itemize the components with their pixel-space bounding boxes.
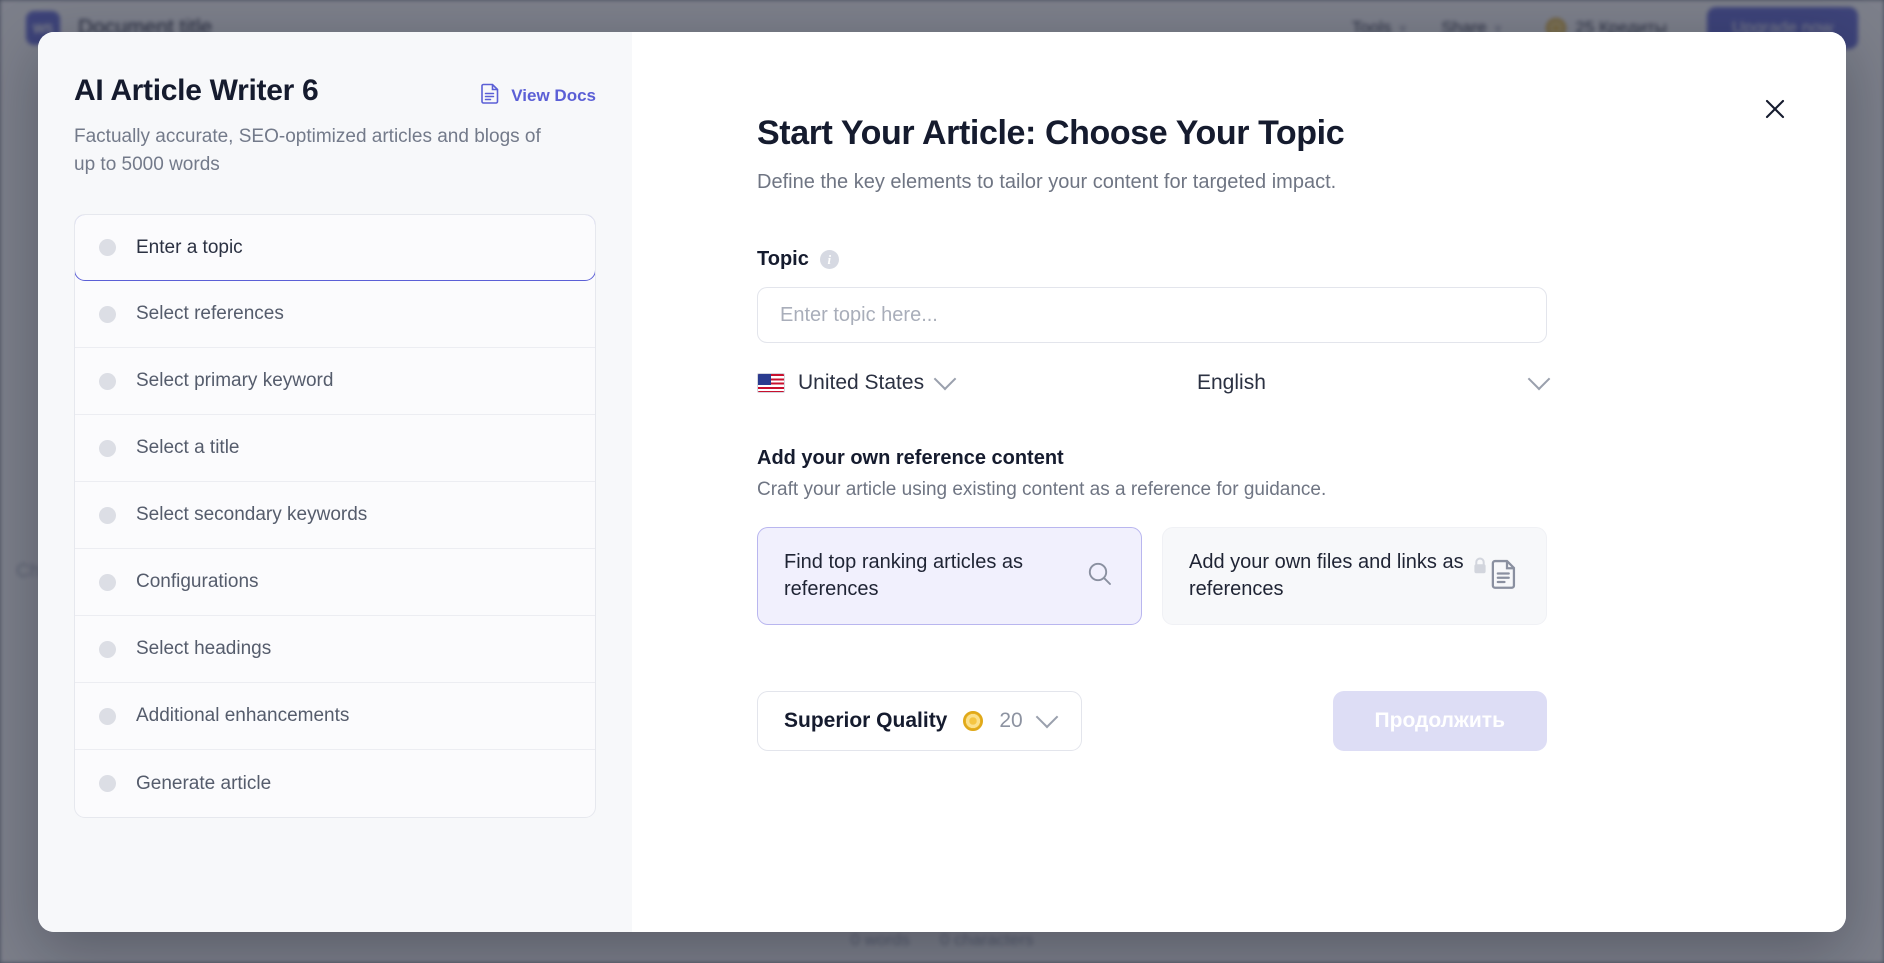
language-select[interactable]: English — [1197, 367, 1551, 395]
ai-article-writer-modal: AI Article Writer 6 View Docs Factually … — [38, 32, 1846, 932]
sidebar-item-label: Configurations — [136, 571, 259, 593]
sidebar-item-additional-enhancements[interactable]: Additional enhancements — [75, 683, 595, 751]
page-title: Start Your Article: Choose Your Topic — [757, 114, 1345, 152]
sidebar-item-label: Select a title — [136, 437, 240, 459]
step-status-dot — [99, 707, 116, 725]
step-status-dot — [99, 305, 116, 323]
quality-select-label: Superior Quality — [784, 709, 948, 732]
chevron-down-icon — [933, 367, 957, 391]
view-docs-label: View Docs — [511, 85, 596, 105]
view-docs-link[interactable]: View Docs — [480, 82, 596, 109]
steps-list: Enter a topic Select references Select p… — [74, 214, 596, 819]
step-status-dot — [99, 239, 116, 257]
sidebar-item-label: Select references — [136, 303, 284, 325]
lock-icon — [1472, 557, 1488, 580]
country-select-value: United States — [798, 371, 925, 394]
sidebar-item-label: Select secondary keywords — [136, 504, 368, 526]
reference-card-label: Add your own files and links as referenc… — [1189, 551, 1464, 600]
sidebar-item-select-headings[interactable]: Select headings — [75, 616, 595, 684]
close-icon[interactable] — [1758, 92, 1792, 126]
content-inner: Start Your Article: Choose Your Topic De… — [632, 114, 1672, 751]
reference-card-label: Find top ranking articles as references — [784, 551, 1024, 600]
modal-sidebar: AI Article Writer 6 View Docs Factually … — [38, 32, 632, 932]
reference-card-find-top-ranking[interactable]: Find top ranking articles as references — [757, 527, 1142, 625]
coin-icon — [963, 711, 984, 731]
reference-heading: Add your own reference content — [757, 447, 1064, 469]
language-select-value: English — [1197, 371, 1266, 394]
reference-card-icons — [1085, 559, 1115, 594]
sidebar-item-label: Select primary keyword — [136, 370, 334, 392]
continue-button[interactable]: Продолжить — [1332, 691, 1547, 751]
sidebar-item-generate-article[interactable]: Generate article — [75, 750, 595, 817]
country-select[interactable]: United States — [757, 367, 957, 395]
sidebar-item-label: Additional enhancements — [136, 705, 350, 727]
modal-title: AI Article Writer 6 — [74, 74, 319, 107]
reference-subtitle: Craft your article using existing conten… — [757, 479, 1327, 500]
topic-label-row: Topic i — [757, 248, 1547, 271]
modal-content: Start Your Article: Choose Your Topic De… — [632, 32, 1846, 932]
step-status-dot — [99, 506, 116, 524]
sidebar-item-configurations[interactable]: Configurations — [75, 549, 595, 617]
step-status-dot — [99, 372, 116, 390]
topic-label: Topic — [757, 248, 809, 270]
quality-select[interactable]: Superior Quality 20 — [757, 691, 1082, 751]
us-flag-icon — [757, 373, 785, 393]
step-status-dot — [99, 439, 116, 457]
locale-row: United States English — [757, 367, 1551, 395]
quality-credits-value: 20 — [999, 709, 1023, 732]
modal-subtitle: Factually accurate, SEO-optimized articl… — [74, 126, 541, 175]
topic-input[interactable] — [757, 287, 1547, 343]
page-subtitle: Define the key elements to tailor your c… — [757, 171, 1337, 193]
document-icon — [480, 82, 501, 109]
sidebar-item-label: Enter a topic — [136, 236, 243, 258]
step-status-dot — [99, 640, 116, 658]
document-icon — [1490, 558, 1520, 595]
reference-cards: Find top ranking articles as references … — [757, 527, 1547, 625]
sidebar-item-select-a-title[interactable]: Select a title — [75, 415, 595, 483]
step-status-dot — [99, 775, 116, 793]
reference-card-icons — [1470, 557, 1520, 595]
chevron-down-icon — [1035, 705, 1059, 729]
search-icon — [1085, 559, 1115, 594]
sidebar-item-label: Select headings — [136, 638, 272, 660]
sidebar-item-enter-a-topic[interactable]: Enter a topic — [75, 215, 595, 282]
sidebar-item-select-references[interactable]: Select references — [75, 281, 595, 349]
reference-card-add-own-files[interactable]: Add your own files and links as referenc… — [1162, 527, 1547, 625]
bottom-action-row: Superior Quality 20 Продолжить — [757, 691, 1547, 751]
step-status-dot — [99, 573, 116, 591]
sidebar-item-select-primary-keyword[interactable]: Select primary keyword — [75, 348, 595, 416]
sidebar-header: AI Article Writer 6 View Docs — [74, 74, 596, 109]
chevron-down-icon — [1527, 367, 1551, 391]
info-icon[interactable]: i — [819, 250, 839, 269]
sidebar-item-select-secondary-keywords[interactable]: Select secondary keywords — [75, 482, 595, 550]
sidebar-item-label: Generate article — [136, 772, 272, 794]
